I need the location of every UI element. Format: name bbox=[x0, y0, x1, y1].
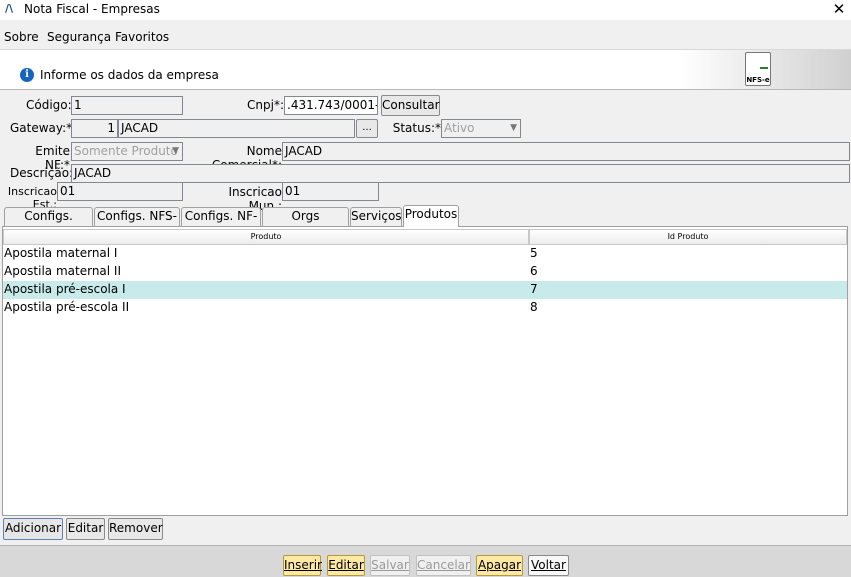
codigo-field[interactable]: 1 bbox=[71, 96, 183, 115]
emite-nf-select[interactable]: Somente Produto ▼ bbox=[71, 142, 183, 161]
tab-configs-nfe[interactable]: Configs. NF-e bbox=[181, 207, 261, 240]
table-row[interactable]: Apostila maternal I 5 bbox=[3, 245, 847, 263]
table-row-selected[interactable]: Apostila pré-escola I 7 bbox=[3, 281, 847, 299]
inscricao-mun-field[interactable]: 01 bbox=[282, 182, 379, 201]
voltar-button[interactable]: Voltar bbox=[528, 555, 569, 576]
window-title: Nota Fiscal - Empresas bbox=[24, 2, 160, 16]
info-text: Informe os dados da empresa bbox=[40, 68, 219, 82]
cnpj-field[interactable]: .431.743/0001-40 bbox=[284, 96, 378, 115]
adicionar-button[interactable]: Adicionar bbox=[3, 518, 63, 540]
menu-bar: Sobre Segurança Favoritos bbox=[0, 27, 851, 47]
apagar-button[interactable]: Apagar bbox=[476, 555, 523, 576]
tab-orgs-liberadas[interactable]: Orgs Liberadas bbox=[262, 207, 349, 240]
descricao-field[interactable]: JACAD bbox=[71, 164, 850, 183]
salvar-button[interactable]: Salvar bbox=[370, 555, 410, 576]
nome-comercial-field[interactable]: JACAD bbox=[282, 142, 850, 161]
gateway-id-field[interactable]: 1 bbox=[71, 119, 118, 138]
info-icon: i bbox=[20, 68, 34, 82]
chevron-down-icon: ▼ bbox=[510, 123, 517, 133]
table-row[interactable]: Apostila pré-escola II 8 bbox=[3, 299, 847, 317]
remover-button[interactable]: Remover bbox=[108, 518, 163, 540]
cnpj-label: Cnpj*: bbox=[247, 98, 284, 112]
tab-configs-nfse[interactable]: Configs. NFS-e bbox=[94, 207, 180, 240]
inserir-button[interactable]: Inserir bbox=[283, 555, 322, 576]
editar-button[interactable]: Editar bbox=[327, 555, 365, 576]
status-select[interactable]: Ativo ▼ bbox=[441, 119, 521, 138]
cell-id-produto: 6 bbox=[530, 264, 538, 278]
chevron-down-icon: ▼ bbox=[172, 146, 179, 156]
menu-seguranca[interactable]: Segurança bbox=[47, 30, 111, 44]
cell-produto: Apostila pré-escola II bbox=[4, 300, 130, 314]
cell-id-produto: 8 bbox=[530, 300, 538, 314]
app-logo-icon: /\ bbox=[5, 2, 14, 15]
menu-sobre[interactable]: Sobre bbox=[4, 30, 39, 44]
codigo-label: Código: bbox=[26, 98, 72, 112]
tab-servicos[interactable]: Serviços bbox=[350, 207, 402, 226]
descricao-label: Descrição: bbox=[10, 166, 74, 180]
tab-configs-gerais[interactable]: Configs. Gerais bbox=[4, 207, 93, 240]
inscricao-est-field[interactable]: 01 bbox=[57, 182, 183, 201]
tab-produtos[interactable]: Produtos bbox=[403, 205, 459, 227]
gateway-label: Gateway:* bbox=[10, 121, 73, 135]
close-icon[interactable]: ✕ bbox=[828, 0, 850, 20]
nfse-label: NFS-e bbox=[746, 76, 770, 84]
cell-id-produto: 7 bbox=[530, 282, 538, 296]
consultar-button[interactable]: Consultar bbox=[381, 95, 440, 116]
nfse-document-icon: NFS-e bbox=[745, 52, 771, 86]
column-header-produto[interactable]: Produto bbox=[3, 229, 529, 245]
gateway-lookup-button[interactable]: ... bbox=[356, 119, 378, 138]
gateway-name-field[interactable]: JACAD bbox=[118, 119, 355, 138]
table-row[interactable]: Apostila maternal II 6 bbox=[3, 263, 847, 281]
status-label: Status:* bbox=[392, 121, 441, 135]
cancelar-button[interactable]: Cancelar bbox=[416, 555, 471, 576]
cell-id-produto: 5 bbox=[530, 246, 538, 260]
cell-produto: Apostila maternal II bbox=[4, 264, 121, 278]
column-header-id-produto[interactable]: Id Produto bbox=[529, 229, 847, 245]
cell-produto: Apostila pré-escola I bbox=[4, 282, 126, 296]
editar-item-button[interactable]: Editar bbox=[66, 518, 105, 540]
menu-favoritos[interactable]: Favoritos bbox=[115, 30, 169, 44]
cell-produto: Apostila maternal I bbox=[4, 246, 118, 260]
